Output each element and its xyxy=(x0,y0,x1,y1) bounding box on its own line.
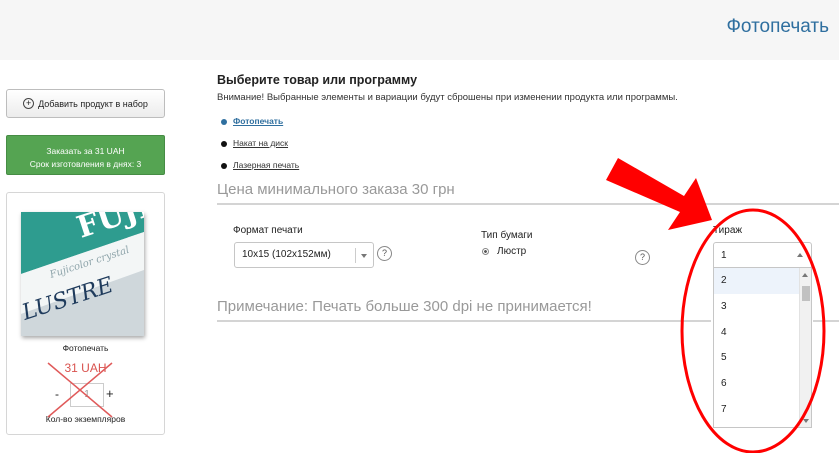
tirazh-option[interactable]: 3 xyxy=(714,294,811,320)
help-icon[interactable]: ? xyxy=(635,250,650,265)
order-button-subtitle: Срок изготовления в днях: 3 xyxy=(29,159,142,169)
format-value: 10x15 (102x152мм) xyxy=(242,249,331,260)
quantity-stepper: - 1 + xyxy=(7,383,164,407)
red-arrow-icon xyxy=(606,158,712,230)
quantity-plus-button[interactable]: + xyxy=(106,386,114,401)
add-product-label: Добавить продукт в набор xyxy=(38,98,148,109)
tirazh-option[interactable]: 7 xyxy=(714,397,811,423)
tirazh-value: 1 xyxy=(721,250,727,261)
product-card: FUJI Fujicolor crystal LUSTRE Фотопечать… xyxy=(6,192,165,435)
quantity-minus-button[interactable]: - xyxy=(55,387,59,401)
paper-type-label: Тип бумаги xyxy=(481,230,533,241)
tirazh-dropdown-list: 2 3 4 5 6 7 xyxy=(713,268,812,428)
order-button[interactable]: Заказать за 31 UAH Срок изготовления в д… xyxy=(6,135,165,175)
format-select[interactable]: 10x15 (102x152мм) xyxy=(234,242,374,268)
tirazh-option[interactable]: 5 xyxy=(714,345,811,371)
option-label: Фотопечать xyxy=(233,116,284,126)
min-order-price: Цена минимального заказа 30 грн xyxy=(217,181,455,198)
quantity-label: Кол-во экземпляров xyxy=(45,414,126,424)
divider xyxy=(217,203,839,205)
dropdown-scrollbar[interactable] xyxy=(799,268,811,427)
notice-text: Внимание! Выбранные элементы и вариации … xyxy=(217,92,678,103)
scroll-down-icon[interactable] xyxy=(803,419,809,423)
tirazh-option[interactable]: 6 xyxy=(714,371,811,397)
tirazh-option[interactable]: 4 xyxy=(714,320,811,346)
section-heading: Выберите товар или программу xyxy=(217,73,418,87)
help-icon[interactable]: ? xyxy=(377,246,392,261)
product-image: FUJI Fujicolor crystal LUSTRE xyxy=(21,212,144,336)
tirazh-label: Тираж xyxy=(713,225,743,236)
paper-radio[interactable] xyxy=(482,248,489,255)
order-button-label: Заказать за 31 UAH xyxy=(46,146,125,156)
tirazh-option[interactable]: 2 xyxy=(714,268,811,294)
option-label: Накат на диск xyxy=(233,138,289,148)
paper-type-value: Люстр xyxy=(497,246,527,257)
scroll-thumb[interactable] xyxy=(802,286,810,301)
scroll-up-icon[interactable] xyxy=(802,273,808,277)
option-label: Лазерная печать xyxy=(233,160,300,170)
lustre-paper-photo: FUJI Fujicolor crystal LUSTRE xyxy=(21,212,144,336)
divider xyxy=(217,320,711,322)
product-name: Фотопечать xyxy=(62,343,109,353)
divider xyxy=(813,320,839,322)
chevron-up-icon xyxy=(797,253,803,257)
select-separator xyxy=(355,248,356,263)
bullet-icon xyxy=(221,141,227,147)
chevron-down-icon xyxy=(361,254,367,258)
add-product-button[interactable]: + Добавить продукт в набор xyxy=(6,89,165,118)
note-text: Примечание: Печать больше 300 dpi не при… xyxy=(217,298,592,315)
tirazh-select[interactable]: 1 xyxy=(713,242,812,268)
page-title: Фотопечать xyxy=(726,16,829,37)
plus-circle-icon: + xyxy=(23,98,35,109)
product-price: 31 UAH xyxy=(64,361,107,375)
bullet-icon xyxy=(221,163,227,169)
quantity-input[interactable]: 1 xyxy=(70,383,104,407)
top-bar: Фотопечать xyxy=(0,0,839,60)
format-label: Формат печати xyxy=(233,225,303,236)
bullet-icon xyxy=(221,119,227,125)
